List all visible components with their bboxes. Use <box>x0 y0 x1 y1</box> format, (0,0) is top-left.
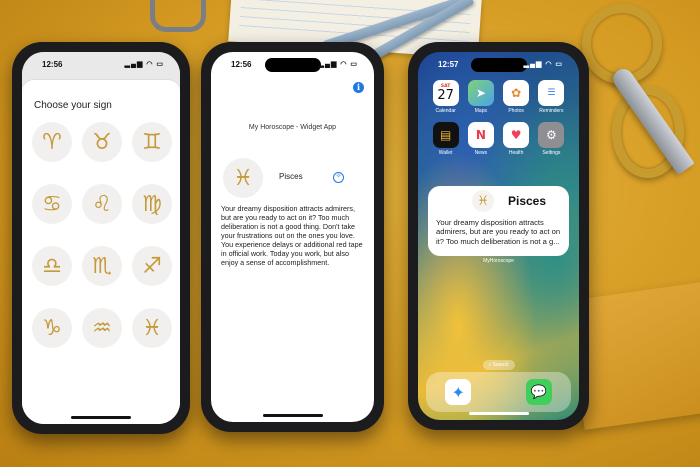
sign-grid: ♈ ♉ ♊ ♋ ♌ ♍ ♎ ♏ ♐ ♑ ♒ ♓ <box>32 122 172 348</box>
status-time: 12:57 <box>438 60 459 69</box>
settings-icon: ⚙ <box>538 122 565 148</box>
app-calendar[interactable]: SAT 27 Calendar <box>428 80 463 114</box>
app-news[interactable]: N News <box>463 122 498 156</box>
home-indicator[interactable] <box>71 416 131 419</box>
status-icons: ▂▄▆ ◠ ▭ <box>523 61 563 68</box>
widget-horoscope-text: Your dreamy disposition attracts admirer… <box>436 218 561 246</box>
sign-gemini-icon[interactable]: ♊ <box>132 122 172 162</box>
sign-capricorn-icon[interactable]: ♑ <box>32 308 72 348</box>
app-label: Calendar <box>435 108 456 114</box>
widget-caption: MyHoroscope <box>483 258 514 264</box>
sign-pisces-icon[interactable]: ♓ <box>132 308 172 348</box>
search-button[interactable]: ⌕ Search <box>482 360 515 370</box>
news-icon: N <box>467 122 494 148</box>
sign-aquarius-icon[interactable]: ♒ <box>82 308 122 348</box>
phone-screen: 12:56 ▂▄▆ ◠ ▭ i My Horoscope - Widget Ap… <box>211 52 374 422</box>
app-label: Settings <box>542 150 561 156</box>
sign-name: Pisces <box>279 172 303 181</box>
phone-screen: 12:56 ▂▄▆ ◠ ▭ Choose your sign ♈ ♉ ♊ ♋ ♌… <box>22 52 180 424</box>
info-icon[interactable]: i <box>353 82 364 93</box>
horoscope-text: Your dreamy disposition attracts admirer… <box>221 204 363 267</box>
app-label: Health <box>508 150 524 156</box>
sign-taurus-icon[interactable]: ♉ <box>82 122 122 162</box>
phone-sign-chooser: 12:56 ▂▄▆ ◠ ▭ Choose your sign ♈ ♉ ♊ ♋ ♌… <box>12 42 190 434</box>
safari-icon[interactable]: ✦ <box>445 379 472 405</box>
sign-scorpio-icon[interactable]: ♏ <box>82 246 122 286</box>
app-photos[interactable]: ✿ Photos <box>499 80 534 114</box>
widget-sign-name: Pisces <box>508 194 547 208</box>
selected-sign-row[interactable]: ♓ Pisces ✧ <box>223 158 362 198</box>
phone-screen: 12:57 ▂▄▆ ◠ ▭ SAT 27 Calendar ➤ Maps ✿ P… <box>418 52 579 420</box>
phone-horoscope-detail: 12:56 ▂▄▆ ◠ ▭ i My Horoscope - Widget Ap… <box>201 42 384 432</box>
app-settings[interactable]: ⚙ Settings <box>534 122 569 156</box>
app-label: Maps <box>474 108 487 114</box>
app-label: Wallet <box>438 150 453 156</box>
reminders-icon: ☰ <box>538 80 565 106</box>
status-bar: 12:56 ▂▄▆ ◠ ▭ <box>211 58 374 72</box>
app-maps[interactable]: ➤ Maps <box>463 80 498 114</box>
status-icons: ▂▄▆ ◠ ▭ <box>124 61 164 68</box>
photos-icon: ✿ <box>503 80 530 106</box>
app-label: News <box>474 150 488 156</box>
sign-cancer-icon[interactable]: ♋ <box>32 184 72 224</box>
app-reminders[interactable]: ☰ Reminders <box>534 80 569 114</box>
sign-sagittarius-icon[interactable]: ♐ <box>132 246 172 286</box>
sign-aries-icon[interactable]: ♈ <box>32 122 72 162</box>
app-wallet[interactable]: ▤ Wallet <box>428 122 463 156</box>
app-label: Photos <box>508 108 524 114</box>
dock: ✦ 💬 <box>426 372 571 412</box>
status-bar: 12:57 ▂▄▆ ◠ ▭ <box>418 58 579 72</box>
app-grid: SAT 27 Calendar ➤ Maps ✿ Photos ☰ Remind… <box>428 80 569 156</box>
home-indicator[interactable] <box>262 414 323 417</box>
status-time: 12:56 <box>231 60 252 69</box>
sign-libra-icon[interactable]: ♎ <box>32 246 72 286</box>
compass-icon[interactable]: ✧ <box>333 172 344 183</box>
phone-home-screen: 12:57 ▂▄▆ ◠ ▭ SAT 27 Calendar ➤ Maps ✿ P… <box>408 42 589 430</box>
wallet-icon: ▤ <box>432 122 459 148</box>
messages-icon[interactable]: 💬 <box>525 379 552 405</box>
calendar-icon: SAT 27 <box>432 80 459 106</box>
status-time: 12:56 <box>42 60 63 69</box>
search-label: Search <box>492 362 509 368</box>
calendar-date: 27 <box>437 88 454 103</box>
pisces-icon: ♓ <box>223 158 263 198</box>
sign-leo-icon[interactable]: ♌ <box>82 184 122 224</box>
maps-icon: ➤ <box>467 80 494 106</box>
horoscope-widget[interactable]: ♓ Pisces Your dreamy disposition attract… <box>428 186 569 256</box>
pisces-icon: ♓ <box>472 190 494 212</box>
status-bar: 12:56 ▂▄▆ ◠ ▭ <box>22 58 180 72</box>
app-label: Reminders <box>539 108 564 114</box>
app-title: My Horoscope - Widget App <box>248 124 337 131</box>
choose-sign-title: Choose your sign <box>34 100 112 111</box>
home-indicator[interactable] <box>468 412 529 415</box>
status-icons: ▂▄▆ ◠ ▭ <box>318 61 358 68</box>
health-icon: ♥ <box>503 122 530 148</box>
binder-clip <box>150 0 206 32</box>
sign-virgo-icon[interactable]: ♍ <box>132 184 172 224</box>
app-health[interactable]: ♥ Health <box>499 122 534 156</box>
